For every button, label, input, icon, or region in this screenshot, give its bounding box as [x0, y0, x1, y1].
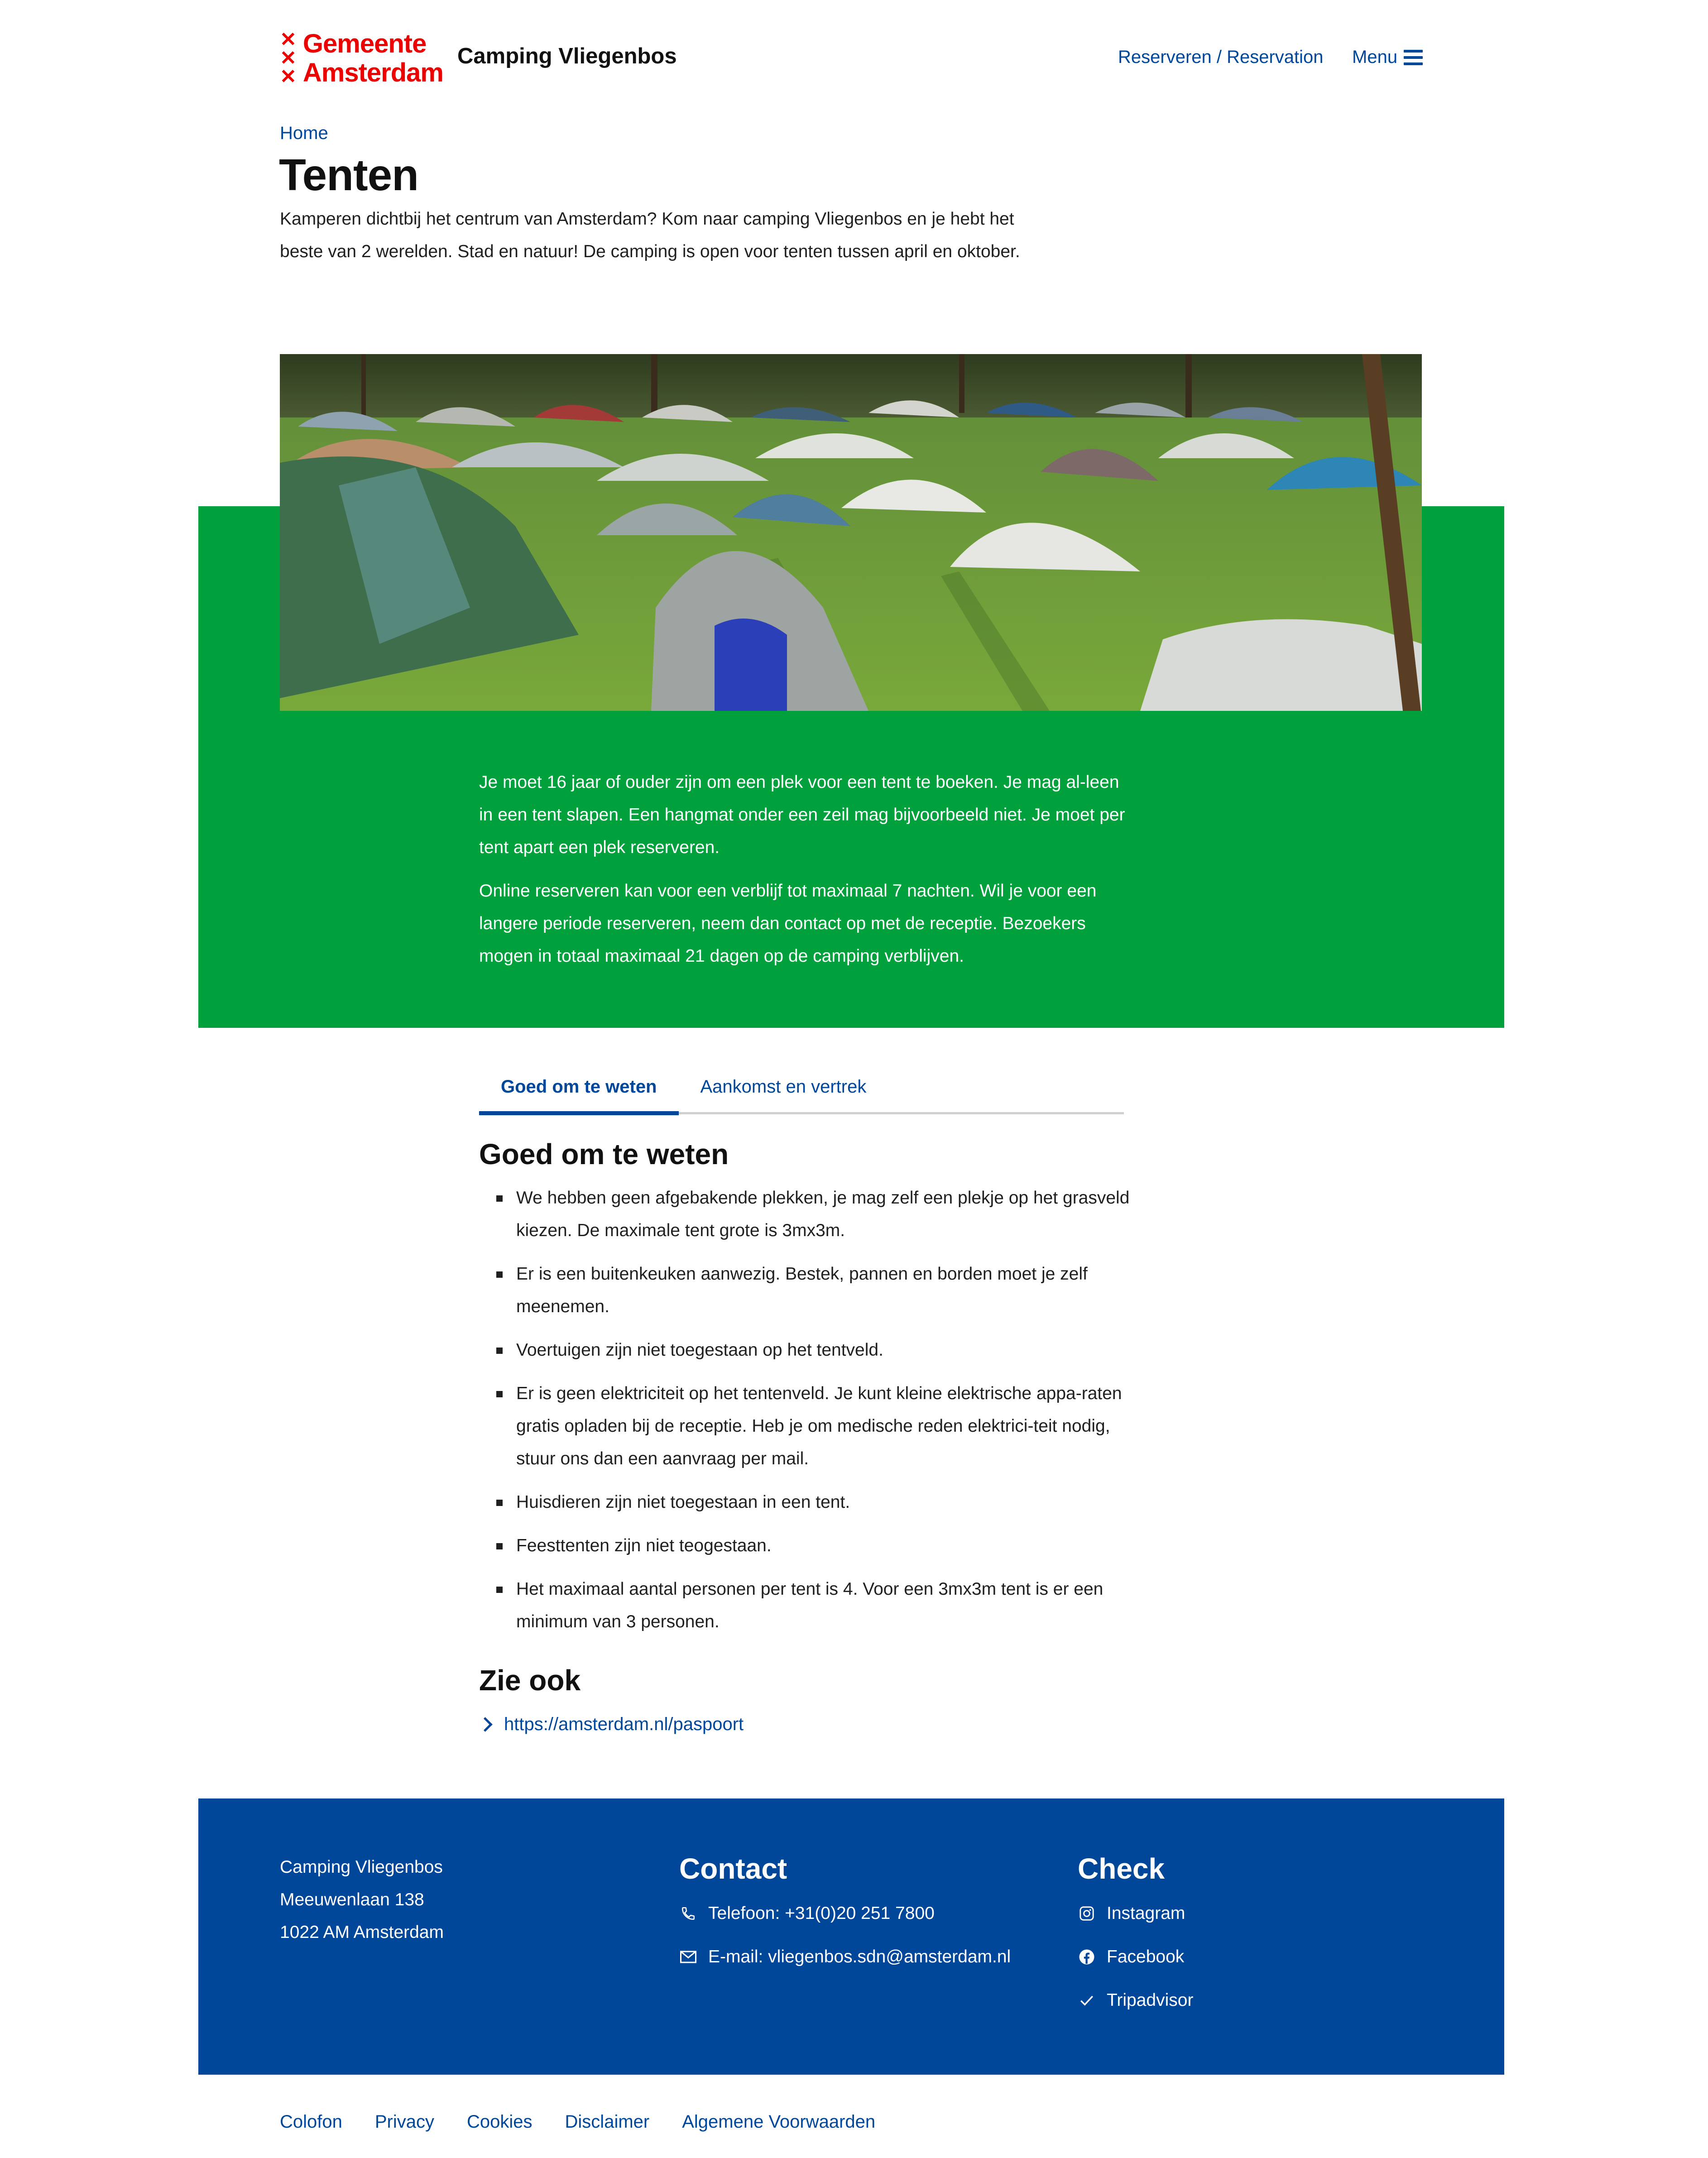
intro-text: Kamperen dichtbij het centrum van Amster…: [280, 209, 1020, 261]
menu-button[interactable]: Menu: [1352, 47, 1423, 67]
footer-address-line-2: Meeuwenlaan 138: [280, 1890, 424, 1909]
info-bullet-list: We hebben geen afgebakende plekken, je m…: [479, 1182, 1131, 1649]
see-also-link[interactable]: https://amsterdam.nl/paspoort: [478, 1714, 744, 1735]
footer-facebook-link[interactable]: Facebook: [1078, 1947, 1184, 1967]
link-privacy[interactable]: Privacy: [375, 2112, 434, 2132]
list-item: We hebben geen afgebakende plekken, je m…: [479, 1182, 1131, 1247]
footer-facebook-text: Facebook: [1107, 1947, 1185, 1966]
tab-list: Goed om te weten Aankomst en vertrek: [479, 1067, 1124, 1115]
list-item: Feesttenten zijn niet teogestaan.: [479, 1530, 1131, 1562]
footer-contact-title: Contact: [679, 1852, 787, 1885]
green-paragraph-2: Online reserveren kan voor een verblijf …: [479, 881, 1097, 966]
list-item: Er is een buitenkeuken aanwezig. Bestek,…: [479, 1258, 1131, 1323]
footer-tripadvisor-link[interactable]: Tripadvisor: [1078, 1990, 1193, 2010]
hero-tents-image: [280, 354, 1422, 711]
page-title: Tenten: [279, 150, 419, 200]
mail-icon: [679, 1948, 697, 1966]
bottom-links: Colofon Privacy Cookies Disclaimer Algem…: [280, 2112, 875, 2132]
green-info-text: Je moet 16 jaar of ouder zijn om een ple…: [479, 766, 1127, 983]
green-paragraph-1: Je moet 16 jaar of ouder zijn om een ple…: [479, 772, 1125, 857]
footer-check-title: Check: [1078, 1852, 1165, 1885]
andreas-crosses-icon: ✕ ✕ ✕: [280, 29, 297, 88]
section-title: Goed om te weten: [479, 1138, 729, 1170]
nav-reserve-link[interactable]: Reserveren / Reservation: [1118, 47, 1324, 67]
tab-goed-om-te-weten[interactable]: Goed om te weten: [479, 1067, 679, 1115]
list-item: Huisdieren zijn niet toegestaan in een t…: [479, 1486, 1131, 1519]
footer-tripadvisor-text: Tripadvisor: [1107, 1990, 1194, 2010]
footer-address-line-1: Camping Vliegenbos: [280, 1857, 443, 1877]
link-cookies[interactable]: Cookies: [467, 2112, 533, 2132]
breadcrumb-home[interactable]: Home: [280, 123, 328, 144]
see-also-title: Zie ook: [479, 1664, 581, 1697]
facebook-icon: [1078, 1948, 1096, 1966]
list-item: Het maximaal aantal personen per tent is…: [479, 1573, 1131, 1638]
footer-instagram-link[interactable]: Instagram: [1078, 1904, 1185, 1923]
footer: Camping Vliegenbos Meeuwenlaan 138 1022 …: [198, 1798, 1504, 2075]
site-title[interactable]: Camping Vliegenbos: [457, 43, 677, 69]
chevron-right-icon: [478, 1717, 493, 1732]
page: ✕ ✕ ✕ Gemeente Amsterdam Camping Vliegenbo…: [0, 0, 1708, 2158]
logo-line-1: Gemeente: [302, 29, 427, 58]
footer-address-line-3: 1022 AM Amsterdam: [280, 1923, 444, 1942]
footer-email-text: E-mail: vliegenbos.sdn@amsterdam.nl: [708, 1947, 1011, 1966]
link-disclaimer[interactable]: Disclaimer: [565, 2112, 650, 2132]
footer-email-link[interactable]: E-mail: vliegenbos.sdn@amsterdam.nl: [679, 1947, 1011, 1967]
footer-address: Camping Vliegenbos Meeuwenlaan 138 1022 …: [280, 1851, 444, 1949]
footer-instagram-text: Instagram: [1107, 1904, 1185, 1923]
tab-aankomst-en-vertrek[interactable]: Aankomst en vertrek: [679, 1067, 888, 1111]
phone-icon: [679, 1904, 697, 1923]
hamburger-icon: [1404, 49, 1423, 65]
checkmark-icon: [1078, 1991, 1096, 2009]
menu-label: Menu: [1352, 47, 1398, 67]
link-algemene-voorwaarden[interactable]: Algemene Voorwaarden: [682, 2112, 875, 2132]
list-item: Er is geen elektriciteit op het tentenve…: [479, 1377, 1131, 1475]
gemeente-amsterdam-logo[interactable]: ✕ ✕ ✕ Gemeente Amsterdam: [280, 29, 444, 88]
list-item: Voertuigen zijn niet toegestaan op het t…: [479, 1334, 1131, 1367]
instagram-icon: [1078, 1904, 1096, 1923]
logo-line-2: Amsterdam: [302, 58, 444, 87]
see-also-link-text: https://amsterdam.nl/paspoort: [504, 1714, 744, 1734]
footer-phone-text: Telefoon: +31(0)20 251 7800: [708, 1904, 935, 1923]
footer-phone-link[interactable]: Telefoon: +31(0)20 251 7800: [679, 1904, 935, 1923]
link-colofon[interactable]: Colofon: [280, 2112, 342, 2132]
